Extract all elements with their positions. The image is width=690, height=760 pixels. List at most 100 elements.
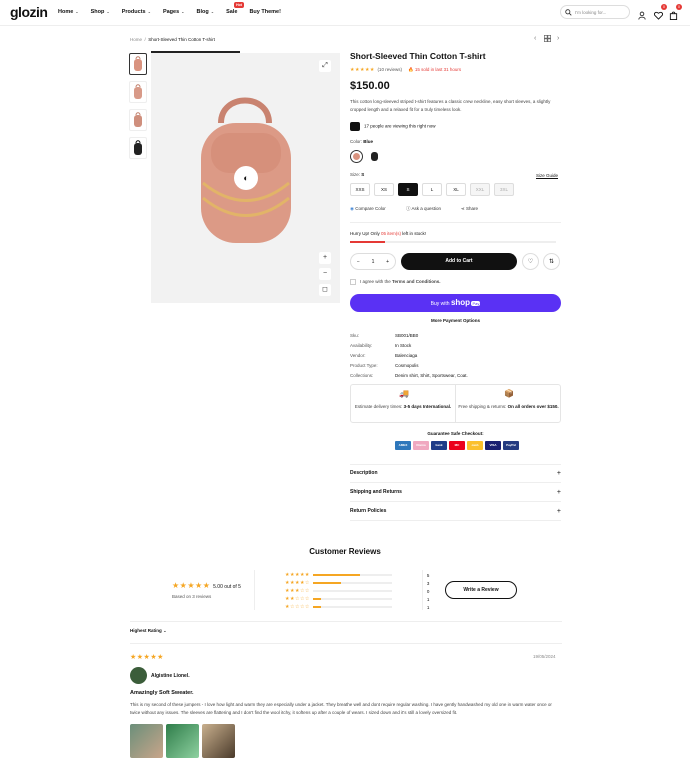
product-image[interactable]: ◐ ⤢ + − ◻ xyxy=(151,53,340,303)
row-bar-fill xyxy=(312,598,321,600)
chevron-down-icon: ⌄ xyxy=(75,9,79,14)
nav-sale[interactable]: Sale Hot xyxy=(226,2,244,15)
add-to-cart-button[interactable]: Add to Cart xyxy=(401,253,517,270)
thumbnail[interactable] xyxy=(129,109,147,131)
row-bar xyxy=(312,574,392,576)
heart-icon[interactable]: 0 xyxy=(654,4,667,20)
review-body: This is my second of these jumpers - I l… xyxy=(130,702,552,715)
zoom-out-icon[interactable]: − xyxy=(319,268,331,280)
nav-home[interactable]: Home ⌄ xyxy=(58,9,79,15)
nav-shop[interactable]: Shop ⌄ xyxy=(91,9,110,15)
thumbnail[interactable] xyxy=(129,53,147,75)
guarantee-title: Guarantee Safe Checkout: xyxy=(427,431,484,436)
shop-pay-button[interactable]: Buy with shop Pay xyxy=(350,294,561,312)
terms-link[interactable]: Terms and Conditions. xyxy=(392,279,440,284)
checkbox[interactable] xyxy=(350,279,356,285)
nav-label: Blog xyxy=(196,9,209,15)
size-option[interactable]: XXL xyxy=(470,183,490,196)
meta-value[interactable]: Cosmopolis xyxy=(395,363,419,368)
share-icon: ⋖ xyxy=(461,206,465,211)
hurry-count: 05 item(s) xyxy=(381,231,402,236)
size-guide-link[interactable]: Size Guide xyxy=(536,173,558,178)
meta-key: Collections: xyxy=(350,373,374,378)
heart-icon[interactable]: ♡ xyxy=(522,253,539,270)
nav-buy-theme[interactable]: Buy Theme! xyxy=(249,9,280,15)
cart-icon[interactable]: 0 xyxy=(669,4,682,20)
write-review-button[interactable]: Write a Review xyxy=(445,581,517,599)
size-option[interactable]: 3XL xyxy=(494,183,514,196)
row-bar xyxy=(312,598,392,600)
nav-label: Home xyxy=(58,9,74,15)
accordion-description[interactable]: + Description xyxy=(350,464,561,483)
nav-products[interactable]: Products ⌄ xyxy=(122,9,151,15)
size-option[interactable]: XS xyxy=(374,183,394,196)
breadcrumb-current: Short-Sleeved Thin Cotton T-shirt xyxy=(148,37,215,42)
search-input[interactable]: I'm looking for... xyxy=(560,5,630,19)
meta-value[interactable]: Denim shirt, Shirt, Sportswear, Coat. xyxy=(395,373,468,378)
expand-icon[interactable]: ⤢ xyxy=(319,60,331,72)
fullscreen-icon[interactable]: ◻ xyxy=(319,284,331,296)
logo[interactable]: glozin xyxy=(10,4,48,20)
thumbnail[interactable] xyxy=(129,137,147,159)
more-payment-options[interactable]: More Payment Options xyxy=(350,318,561,323)
swatch-black[interactable] xyxy=(368,150,381,163)
terms-checkbox[interactable]: I agree with the Terms and Conditions. xyxy=(350,279,440,285)
size-option[interactable]: XXS xyxy=(350,183,370,196)
chevron-down-icon: ⌄ xyxy=(181,9,185,14)
accordion-label: Description xyxy=(350,470,378,476)
meta-row: Product Type: Cosmopolis xyxy=(350,361,468,371)
quantity-value[interactable]: 1 xyxy=(372,259,375,265)
sort-select[interactable]: Highest Rating ⌄ xyxy=(130,628,167,634)
row-bar-fill xyxy=(312,582,341,584)
review-photo[interactable] xyxy=(166,724,199,758)
size-option[interactable]: S xyxy=(398,183,418,196)
meta-row: Sku: SB001/BB0 xyxy=(350,331,468,341)
share-link[interactable]: ⋖ Share xyxy=(461,206,478,212)
quantity-stepper[interactable]: − 1 + xyxy=(350,253,396,270)
rating-row: ★★★☆☆ 0 xyxy=(285,587,429,595)
compare-color-link[interactable]: ◉ Compare Color xyxy=(350,206,386,212)
meta-key: Vendor: xyxy=(350,353,366,358)
payment-amex: AMEX xyxy=(395,441,411,450)
shipping-info: 🚚 Estimate delivery times: 3-5 days Inte… xyxy=(350,384,561,423)
meta-value[interactable]: Balenciaga xyxy=(395,353,417,358)
thumbnail[interactable] xyxy=(129,81,147,103)
delivery-bold: 3-5 days International. xyxy=(403,404,452,409)
accordion-shipping[interactable]: + Shipping and Returns xyxy=(350,483,561,502)
review-photo[interactable] xyxy=(202,724,235,758)
sold-count: 🔥 15 sold in last 31 hours xyxy=(408,67,462,72)
nav-pages[interactable]: Pages ⌄ xyxy=(163,9,185,15)
chevron-down-icon: ⌄ xyxy=(147,9,151,14)
review-photo[interactable] xyxy=(130,724,163,758)
ask-question-link[interactable]: ⓘ Ask a question xyxy=(406,206,441,212)
row-count: 5 xyxy=(426,572,430,578)
breadcrumb-home[interactable]: Home xyxy=(130,37,142,42)
size-option[interactable]: XL xyxy=(446,183,466,196)
agree-text: I agree with the xyxy=(360,279,393,285)
cart-count: 0 xyxy=(676,4,682,10)
drag-handle[interactable]: ◐ xyxy=(234,166,258,190)
chevron-right-icon[interactable]: › xyxy=(557,35,559,42)
color-value: Blue xyxy=(363,139,374,144)
size-option[interactable]: L xyxy=(422,183,442,196)
user-icon[interactable] xyxy=(638,7,648,20)
plus-icon[interactable]: + xyxy=(386,259,389,265)
swatch-pink[interactable] xyxy=(350,150,363,163)
rating[interactable]: ★★★★★ (10 reviews) xyxy=(350,67,402,73)
nav-blog[interactable]: Blog ⌄ xyxy=(197,9,215,15)
row-bar xyxy=(312,590,392,592)
sold-text: 15 sold in last 31 hours xyxy=(414,67,462,72)
row-bar xyxy=(312,606,392,608)
minus-icon[interactable]: − xyxy=(357,259,360,265)
payment-klarna: Klarna xyxy=(413,441,429,450)
accordion-return-policies[interactable]: + Return Policies xyxy=(350,502,561,521)
review-date: 19/05/2024 xyxy=(533,654,556,659)
delivery-icon: 🚚 xyxy=(399,389,409,398)
compare-icon[interactable]: ⇅ xyxy=(543,253,560,270)
zoom-in-icon[interactable]: + xyxy=(319,252,331,264)
hot-badge: Hot xyxy=(234,2,244,8)
size-label-text: Size: xyxy=(350,172,361,177)
nav-label: Products xyxy=(121,9,146,15)
grid-icon[interactable] xyxy=(544,35,551,44)
chevron-left-icon[interactable]: ‹ xyxy=(534,35,536,42)
